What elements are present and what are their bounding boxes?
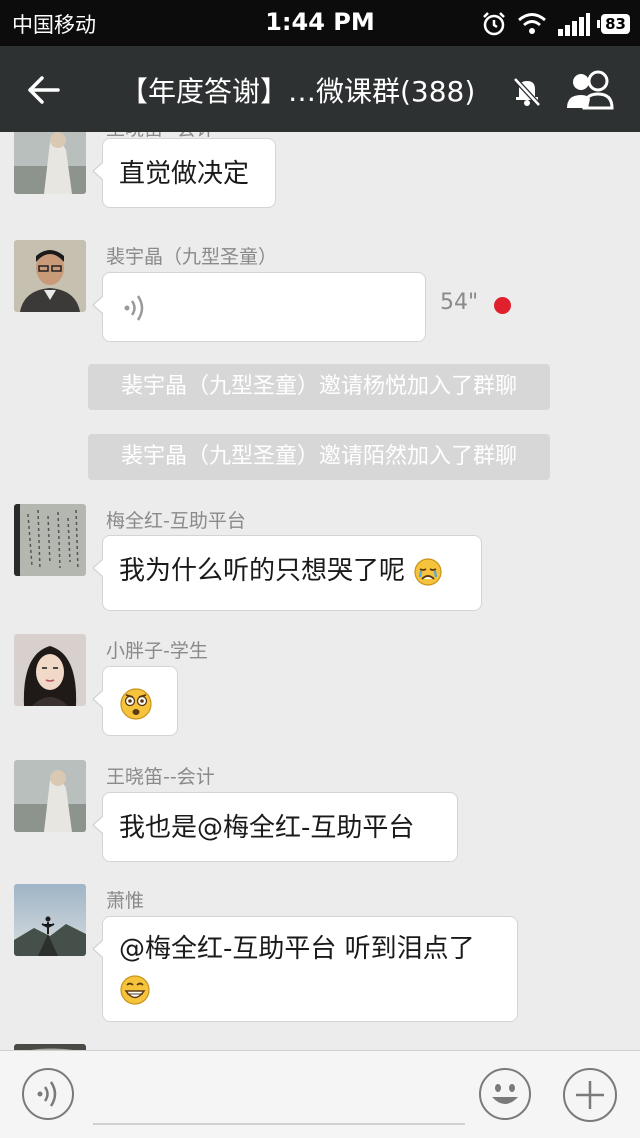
unread-dot — [494, 297, 511, 314]
list-item: 小胖子-学生 — [0, 634, 640, 754]
sender-name: 小胖子-学生 — [106, 640, 208, 662]
chat-header: 【年度答谢】…微课群(388) — [0, 46, 640, 132]
back-arrow-icon[interactable] — [20, 66, 68, 114]
avatar[interactable] — [14, 132, 86, 194]
group-members-icon[interactable] — [562, 68, 618, 114]
avatar[interactable] — [14, 884, 86, 956]
sender-name: 梅全红-互助平台 — [106, 510, 246, 532]
voice-wave-icon — [124, 295, 144, 321]
list-item: 萧惟 @梅全红-互助平台 听到泪点了 — [0, 884, 640, 1050]
plus-icon[interactable] — [562, 1067, 618, 1123]
message-text: 直觉做决定 — [119, 159, 250, 189]
message-bubble[interactable]: 我也是@梅全红-互助平台 — [92, 792, 458, 862]
input-bar — [0, 1050, 640, 1138]
avatar[interactable] — [14, 760, 86, 832]
dizzy-face-emoji-icon — [120, 687, 152, 720]
message-bubble[interactable]: 直觉做决定 — [92, 138, 276, 208]
battery-indicator: 83 — [597, 14, 630, 34]
sender-name: 裴宇晶（九型圣童） — [106, 246, 278, 268]
message-text: 我为什么听的只想哭了呢 — [119, 556, 406, 586]
message-list[interactable]: 王晓笛--会计 直觉做决定 裴宇晶（九型圣童） 54" — [0, 132, 640, 1050]
message-text: @梅全红-互助平台 听到泪点了 — [119, 934, 475, 964]
system-notice: 裴宇晶（九型圣童）邀请杨悦加入了群聊 — [88, 364, 550, 410]
avatar[interactable] — [14, 504, 86, 576]
grinning-face-emoji-icon — [120, 974, 150, 1005]
crying-face-emoji-icon — [414, 557, 442, 586]
avatar[interactable] — [14, 634, 86, 706]
signal-icon — [558, 13, 591, 36]
message-text: 我也是@梅全红-互助平台 — [119, 813, 415, 843]
voice-toggle-icon[interactable] — [21, 1067, 75, 1121]
alarm-icon — [483, 12, 506, 36]
message-input[interactable] — [93, 1123, 465, 1125]
wifi-icon — [518, 13, 547, 34]
list-item: 梅全红-互助平台 我为什么听的只想哭了呢 — [0, 504, 640, 624]
voice-duration: 54" — [440, 290, 479, 315]
list-item: 王晓笛--会计 我也是@梅全红-互助平台 — [0, 760, 640, 880]
avatar[interactable] — [14, 240, 86, 312]
message-bubble[interactable]: 我为什么听的只想哭了呢 — [92, 535, 482, 611]
status-icons: 83 — [481, 10, 630, 38]
bell-muted-icon — [513, 77, 541, 107]
sender-name: 王晓笛--会计 — [106, 766, 215, 788]
system-notice: 裴宇晶（九型圣童）邀请陌然加入了群聊 — [88, 434, 550, 480]
sender-name: 萧惟 — [106, 890, 145, 912]
voice-message-bubble[interactable] — [92, 272, 426, 342]
message-bubble[interactable]: @梅全红-互助平台 听到泪点了 — [92, 916, 518, 1022]
status-bar: 中国移动 1:44 PM 83 — [0, 0, 640, 46]
message-bubble[interactable] — [92, 666, 178, 736]
list-item: 裴宇晶（九型圣童） 54" — [0, 236, 640, 356]
smiley-icon[interactable] — [478, 1067, 532, 1121]
chat-title[interactable]: 【年度答谢】…微课群(388) — [120, 70, 505, 110]
